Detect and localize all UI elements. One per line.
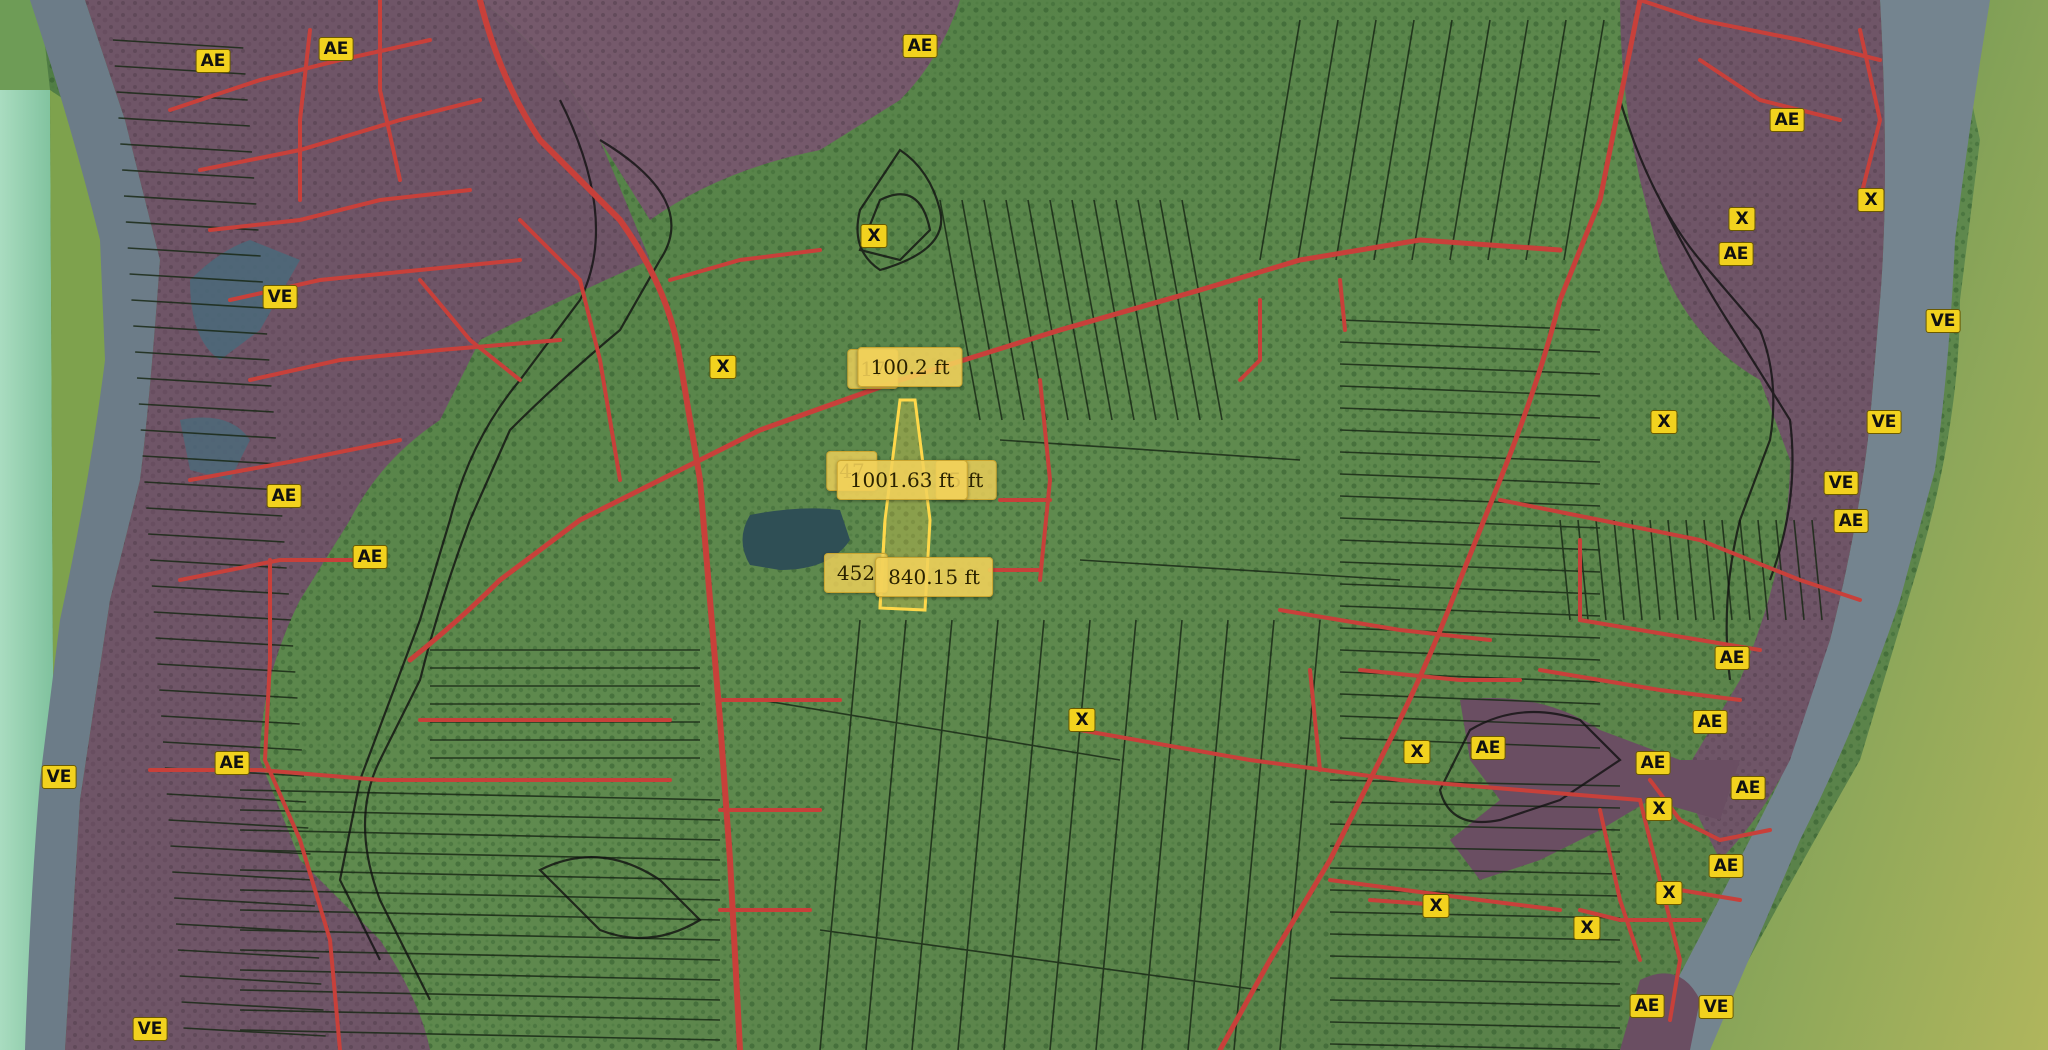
measure-bottom-edge[interactable]: 840.15 ft: [875, 557, 993, 597]
measure-left-edge[interactable]: 1001.63 ft: [836, 460, 968, 500]
flood-zone-label-ae-8: AE: [1718, 242, 1754, 266]
flood-zone-label-ae-1: AE: [195, 49, 231, 73]
flood-zone-label-ve-4: VE: [1925, 309, 1961, 333]
measure-hidden-bottom-text: 452: [836, 561, 876, 585]
flood-zone-label-ve-5: VE: [1866, 410, 1902, 434]
measure-top-edge-text: 100.2 ft: [870, 355, 950, 379]
flood-zone-label-ae-12: AE: [1470, 736, 1506, 760]
flood-zone-label-ae-2: AE: [318, 37, 354, 61]
measure-left-edge-text: 1001.63 ft: [849, 468, 955, 492]
flood-zone-label-ae-3: AE: [902, 34, 938, 58]
flood-zone-label-ae-6: AE: [214, 751, 250, 775]
flood-zone-label-ve-2: VE: [41, 765, 77, 789]
flood-zone-label-ae-7: AE: [1769, 108, 1805, 132]
flood-zone-label-x-11: X: [1573, 916, 1601, 940]
flood-zone-label-ae-10: AE: [1714, 646, 1750, 670]
flood-zone-label-x-7: X: [1403, 740, 1431, 764]
flood-zone-label-ae-11: AE: [1692, 710, 1728, 734]
flood-zone-label-ve-6: VE: [1823, 471, 1859, 495]
flood-zone-label-ve-7: VE: [1698, 995, 1734, 1019]
flood-zone-label-x-4: X: [1857, 188, 1885, 212]
flood-zone-label-x-6: X: [1068, 708, 1096, 732]
measure-top-edge[interactable]: 100.2 ft: [857, 347, 963, 387]
flood-zone-label-x-1: X: [860, 224, 888, 248]
flood-zone-label-x-10: X: [1422, 894, 1450, 918]
flood-zone-label-ae-13: AE: [1635, 751, 1671, 775]
flood-zone-label-x-3: X: [1728, 207, 1756, 231]
flood-zone-map[interactable]: [0, 0, 2048, 1050]
flood-zone-label-ae-9: AE: [1833, 509, 1869, 533]
flood-zone-label-x-5: X: [1650, 410, 1678, 434]
flood-zone-label-ve-1: VE: [262, 285, 298, 309]
flood-zone-label-x-9: X: [1655, 881, 1683, 905]
flood-zone-label-ae-15: AE: [1708, 854, 1744, 878]
flood-zone-label-ve-3: VE: [132, 1017, 168, 1041]
flood-zone-label-ae-14: AE: [1730, 776, 1766, 800]
flood-zone-label-x-2: X: [709, 355, 737, 379]
flood-zone-label-ae-16: AE: [1629, 994, 1665, 1018]
flood-zone-label-ae-5: AE: [352, 545, 388, 569]
measure-bottom-edge-text: 840.15 ft: [888, 565, 980, 589]
flood-zone-label-x-8: X: [1645, 797, 1673, 821]
flood-zone-label-ae-4: AE: [266, 484, 302, 508]
